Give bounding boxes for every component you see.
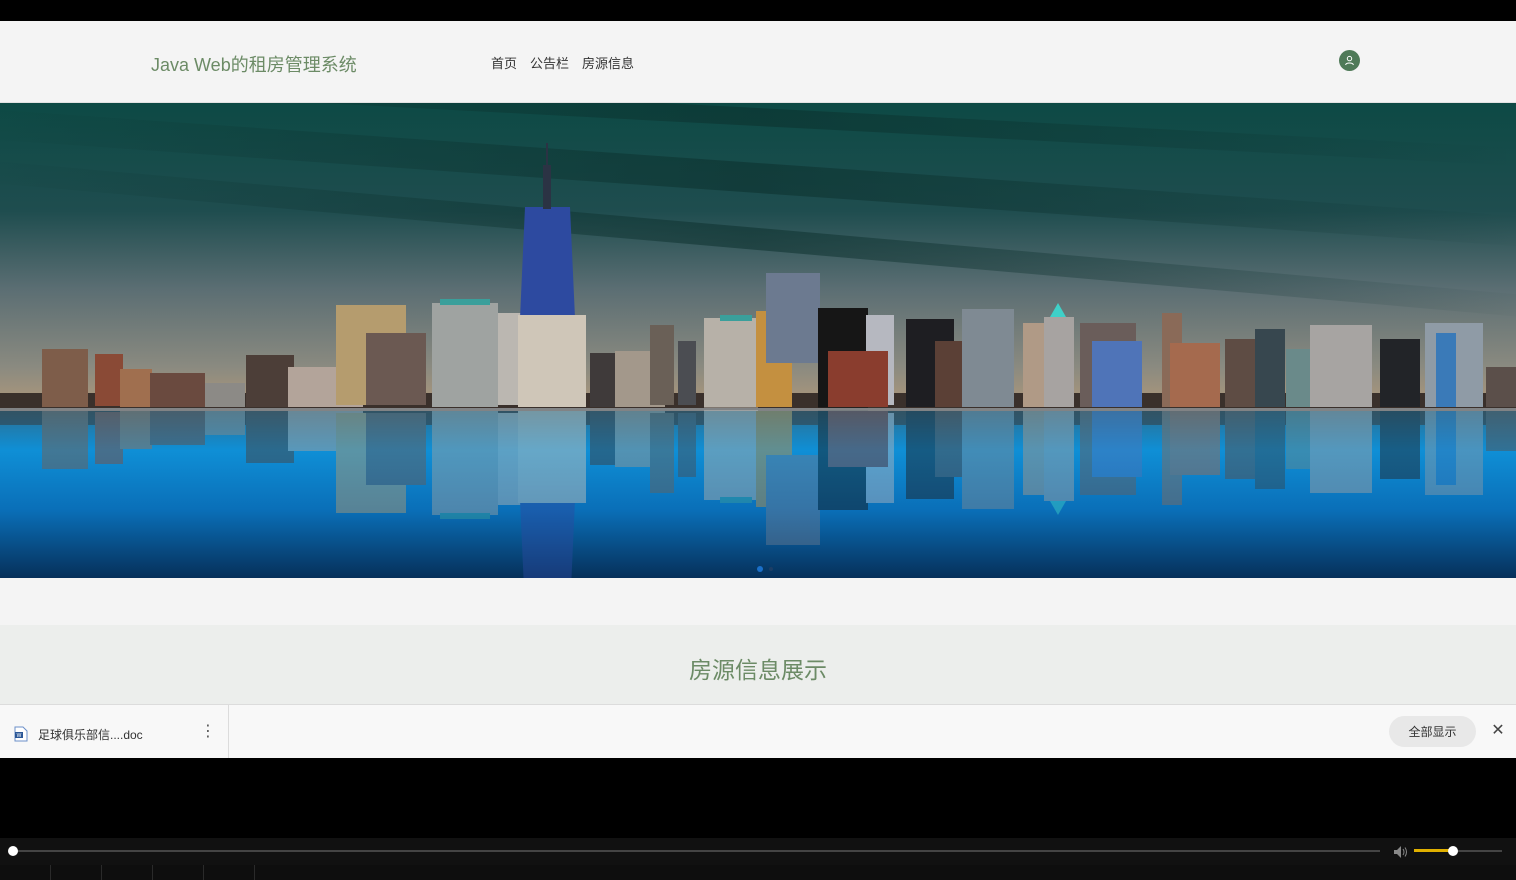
download-item[interactable]: W 足球俱乐部信....doc ⋮	[0, 705, 229, 758]
seek-handle[interactable]	[8, 846, 18, 856]
close-icon[interactable]: ✕	[1490, 721, 1506, 741]
browser-page: Java Web的租房管理系统 首页 公告栏 房源信息 房源信息展示 W 足球俱…	[0, 21, 1516, 758]
site-title[interactable]: Java Web的租房管理系统	[151, 51, 357, 77]
download-file-name: 足球俱乐部信....doc	[38, 728, 143, 742]
seek-bar[interactable]	[12, 850, 1380, 852]
section-title: 房源信息展示	[689, 657, 827, 683]
taskbar-slot[interactable]	[204, 865, 255, 880]
taskbar-slot[interactable]	[51, 865, 102, 880]
carousel-indicators	[757, 566, 773, 572]
more-vertical-icon[interactable]: ⋮	[200, 722, 216, 742]
carousel-dot[interactable]	[769, 567, 773, 571]
nav-item-home[interactable]: 首页	[491, 53, 517, 72]
user-icon[interactable]	[1339, 50, 1360, 71]
nav-item-listings[interactable]: 房源信息	[582, 53, 634, 72]
city-skyline-image	[0, 103, 1516, 578]
word-doc-icon: W	[14, 726, 28, 742]
taskbar-slot[interactable]	[102, 865, 153, 880]
nav-item-notice-board[interactable]: 公告栏	[530, 53, 569, 72]
svg-text:W: W	[17, 733, 22, 739]
listings-section: 房源信息展示	[0, 625, 1516, 705]
volume-handle[interactable]	[1448, 846, 1458, 856]
main-nav: 首页 公告栏 房源信息	[491, 53, 634, 72]
download-bar: W 足球俱乐部信....doc ⋮ 全部显示 ✕	[0, 704, 1516, 758]
speaker-icon[interactable]	[1393, 845, 1409, 859]
taskbar-slot[interactable]	[0, 865, 51, 880]
show-all-button[interactable]: 全部显示	[1389, 716, 1476, 747]
site-header: Java Web的租房管理系统 首页 公告栏 房源信息	[0, 21, 1516, 103]
taskbar-strip	[0, 865, 1516, 880]
taskbar-slot[interactable]	[153, 865, 204, 880]
carousel-dot-active[interactable]	[757, 566, 763, 572]
hero-banner-carousel[interactable]	[0, 103, 1516, 578]
